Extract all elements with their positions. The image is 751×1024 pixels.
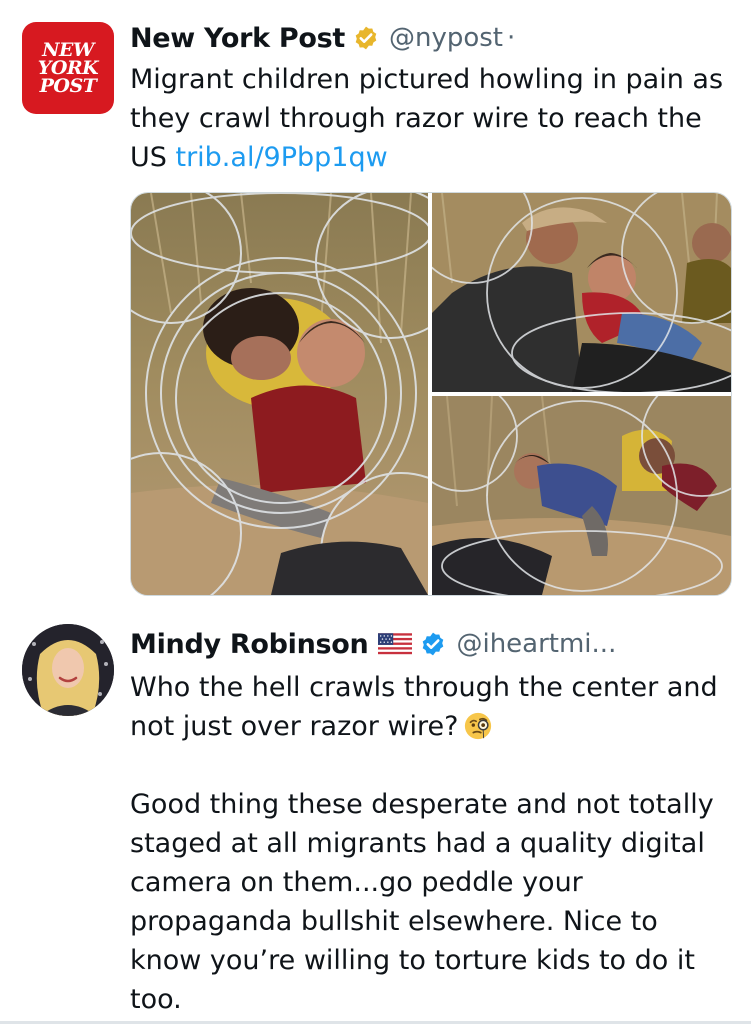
- separator-dot: ·: [507, 23, 516, 53]
- face-with-monocle-emoji-icon: [464, 712, 491, 740]
- photo-child-crying-under-razor-wire[interactable]: [131, 193, 428, 595]
- tweet-header: Mindy Robinson @iheartmi...: [130, 624, 616, 664]
- blue-verified-badge-icon: [423, 632, 444, 656]
- tweet-header: New York Post @nypost ·: [130, 18, 515, 58]
- tweet-nypost[interactable]: NEW YORK POST New York Post @nypost · Mi…: [0, 0, 751, 610]
- handle[interactable]: @iheartmi...: [456, 629, 616, 659]
- nypost-avatar[interactable]: NEW YORK POST: [22, 22, 114, 114]
- display-name[interactable]: New York Post: [130, 23, 345, 54]
- display-name[interactable]: Mindy Robinson: [130, 629, 369, 660]
- handle[interactable]: @nypost: [389, 23, 503, 53]
- tweet-text: Who the hell crawls through the center a…: [130, 668, 730, 1019]
- media-grid: [130, 192, 732, 596]
- tweet-body-paragraph: Good thing these desperate and not total…: [130, 789, 714, 1015]
- gold-verified-badge-icon: [355, 26, 377, 50]
- us-flag-icon: [378, 633, 413, 655]
- logo-text: POST: [39, 75, 97, 97]
- tweet-reply[interactable]: Mindy Robinson @iheartmi... Who the hell…: [0, 610, 751, 1024]
- tweet-body-paragraph: Who the hell crawls through the center a…: [130, 672, 718, 742]
- article-link[interactable]: trib.al/9Pbp1qw: [175, 142, 387, 173]
- photo-man-carrying-child-through-wire[interactable]: [432, 193, 731, 392]
- tweet-text: Migrant children pictured howling in pai…: [130, 60, 730, 177]
- photo-child-crawling-through-wire[interactable]: [432, 396, 731, 595]
- user-avatar[interactable]: [22, 624, 114, 716]
